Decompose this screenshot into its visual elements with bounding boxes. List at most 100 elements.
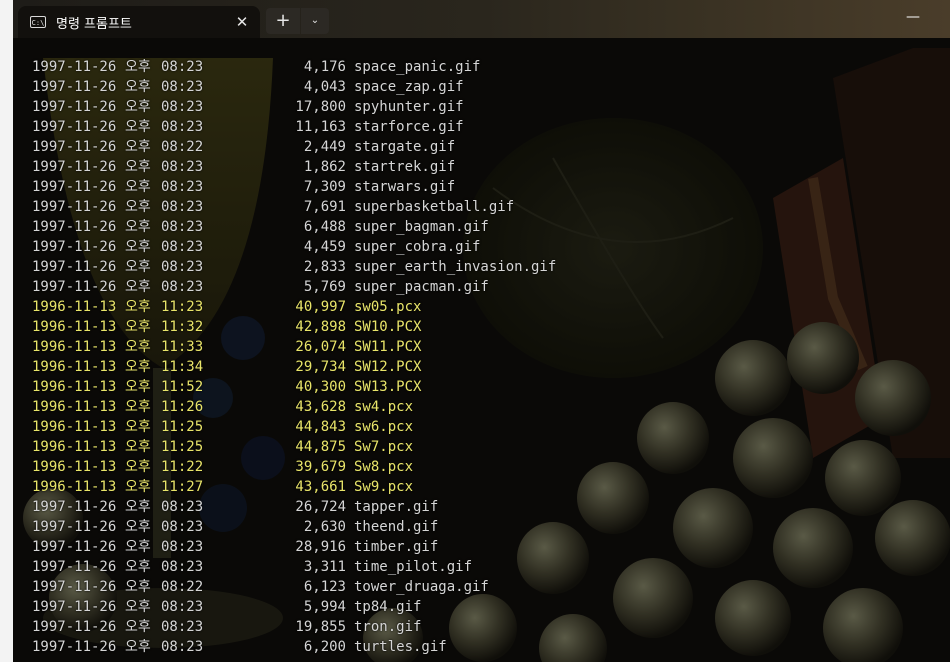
listing-row: 1996-11-13 오후 11:25 44,843 sw6.pcx [32, 417, 556, 437]
file-time: 08:23 [161, 119, 204, 135]
file-time: 11:52 [161, 379, 204, 395]
minimize-button[interactable]: — [893, 4, 933, 30]
listing-row: 1997-11-26 오후 08:23 11,163 starforce.gif [32, 117, 556, 137]
file-name: SW11.PCX [354, 339, 422, 355]
file-size: 1,862 [303, 159, 346, 175]
file-name: tp84.gif [354, 599, 422, 615]
listing-row: 1997-11-26 오후 08:22 6,123 tower_druaga.gif [32, 577, 556, 597]
file-size: 39,679 [295, 459, 346, 475]
listing-row: 1996-11-13 오후 11:33 26,074 SW11.PCX [32, 337, 556, 357]
listing-row: 1997-11-26 오후 08:23 2,630 theend.gif [32, 517, 556, 537]
file-date: 1997-11-26 [32, 99, 117, 115]
file-time: 08:23 [161, 159, 204, 175]
file-size: 6,123 [303, 579, 346, 595]
file-size: 28,916 [295, 539, 346, 555]
file-name: space_zap.gif [354, 79, 464, 95]
listing-row: 1997-11-26 오후 08:23 26,724 tapper.gif [32, 497, 556, 517]
file-date: 1997-11-26 [32, 219, 117, 235]
file-time: 11:34 [161, 359, 204, 375]
file-size: 29,734 [295, 359, 346, 375]
file-name: SW10.PCX [354, 319, 422, 335]
chevron-down-icon[interactable]: ⌄ [301, 8, 329, 34]
file-name: superbasketball.gif [354, 199, 515, 215]
file-time: 11:26 [161, 399, 204, 415]
file-date: 1996-11-13 [32, 379, 117, 395]
file-ampm: 오후 [125, 219, 151, 235]
file-ampm: 오후 [125, 599, 151, 615]
file-date: 1997-11-26 [32, 539, 117, 555]
file-name: sw6.pcx [354, 419, 414, 435]
file-time: 08:23 [161, 499, 204, 515]
file-ampm: 오후 [125, 519, 151, 535]
file-name: super_pacman.gif [354, 279, 489, 295]
file-size: 17,800 [295, 99, 346, 115]
file-name: tapper.gif [354, 499, 439, 515]
file-time: 08:23 [161, 99, 204, 115]
file-size: 44,843 [295, 419, 346, 435]
file-time: 08:22 [161, 139, 204, 155]
listing-row: 1997-11-26 오후 08:23 2,833 super_earth_invasi… [32, 257, 556, 277]
terminal-output[interactable]: 1997-11-26 오후 08:23 4,176 space_panic.gif 199… [32, 57, 556, 657]
listing-row: 1997-11-26 오후 08:23 4,459 super_cobra.gif [32, 237, 556, 257]
listing-row: 1997-11-26 오후 08:23 5,769 super_pacman.gif [32, 277, 556, 297]
file-ampm: 오후 [125, 579, 151, 595]
file-size: 2,449 [303, 139, 346, 155]
file-date: 1997-11-26 [32, 279, 117, 295]
tab-command-prompt[interactable]: C:\ 명령 프롬프트 ✕ [18, 6, 260, 38]
file-ampm: 오후 [125, 159, 151, 175]
file-date: 1996-11-13 [32, 319, 117, 335]
file-ampm: 오후 [125, 239, 151, 255]
file-time: 08:22 [161, 579, 204, 595]
file-time: 11:23 [161, 299, 204, 315]
file-time: 08:23 [161, 519, 204, 535]
file-name: Sw8.pcx [354, 459, 414, 475]
listing-row: 1997-11-26 오후 08:23 4,176 space_panic.gif [32, 57, 556, 77]
file-ampm: 오후 [125, 459, 151, 475]
file-time: 08:23 [161, 619, 204, 635]
file-time: 08:23 [161, 259, 204, 275]
file-ampm: 오후 [125, 419, 151, 435]
file-size: 6,200 [303, 639, 346, 655]
file-size: 19,855 [295, 619, 346, 635]
file-time: 11:25 [161, 419, 204, 435]
close-tab-icon[interactable]: ✕ [230, 13, 254, 31]
listing-row: 1997-11-26 오후 08:23 19,855 tron.gif [32, 617, 556, 637]
file-date: 1997-11-26 [32, 259, 117, 275]
file-name: theend.gif [354, 519, 439, 535]
file-size: 40,997 [295, 299, 346, 315]
file-date: 1997-11-26 [32, 79, 117, 95]
file-time: 08:23 [161, 279, 204, 295]
file-date: 1997-11-26 [32, 599, 117, 615]
file-time: 08:23 [161, 599, 204, 615]
file-date: 1996-11-13 [32, 419, 117, 435]
file-name: super_earth_invasion.gif [354, 259, 557, 275]
listing-row: 1997-11-26 오후 08:23 17,800 spyhunter.gif [32, 97, 556, 117]
file-name: tron.gif [354, 619, 422, 635]
file-date: 1996-11-13 [32, 339, 117, 355]
file-name: startrek.gif [354, 159, 456, 175]
new-tab-button[interactable]: + [266, 8, 300, 34]
listing-row: 1996-11-13 오후 11:27 43,661 Sw9.pcx [32, 477, 556, 497]
file-size: 4,043 [303, 79, 346, 95]
file-date: 1997-11-26 [32, 639, 117, 655]
file-time: 08:23 [161, 239, 204, 255]
file-size: 44,875 [295, 439, 346, 455]
terminal-window: C:\ 명령 프롬프트 ✕ + ⌄ — 1997-11-26 오후 08:23 4,1… [13, 0, 950, 662]
file-size: 40,300 [295, 379, 346, 395]
file-date: 1997-11-26 [32, 119, 117, 135]
file-time: 08:23 [161, 59, 204, 75]
listing-row: 1996-11-13 오후 11:22 39,679 Sw8.pcx [32, 457, 556, 477]
listing-row: 1996-11-13 오후 11:23 40,997 sw05.pcx [32, 297, 556, 317]
tab-title: 명령 프롬프트 [56, 16, 132, 32]
file-name: SW13.PCX [354, 379, 422, 395]
file-date: 1997-11-26 [32, 559, 117, 575]
file-size: 11,163 [295, 119, 346, 135]
listing-row: 1997-11-26 오후 08:23 28,916 timber.gif [32, 537, 556, 557]
file-size: 4,176 [303, 59, 346, 75]
file-size: 2,630 [303, 519, 346, 535]
file-size: 5,994 [303, 599, 346, 615]
file-ampm: 오후 [125, 539, 151, 555]
file-size: 7,309 [303, 179, 346, 195]
file-time: 08:23 [161, 179, 204, 195]
file-ampm: 오후 [125, 99, 151, 115]
